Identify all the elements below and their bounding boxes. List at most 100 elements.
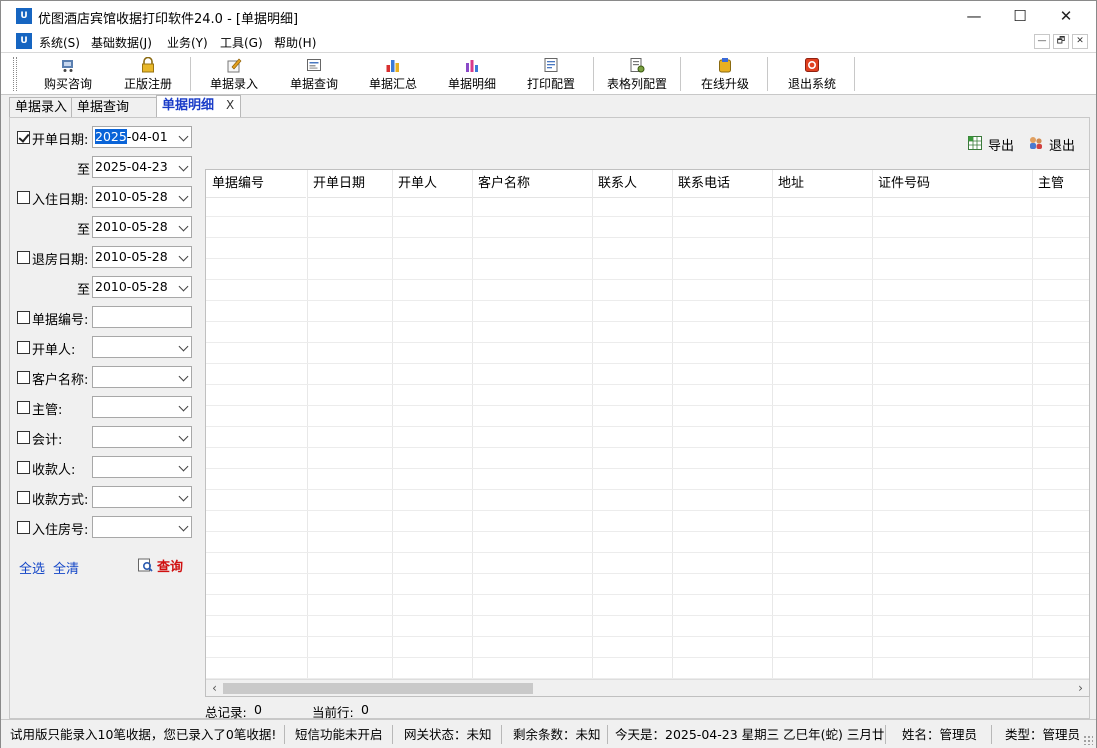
resize-grip[interactable] [1083, 735, 1093, 745]
grid-row-line [206, 426, 1089, 427]
column-header[interactable]: 主管 [1032, 170, 1089, 198]
column-header[interactable]: 联系人 [592, 170, 672, 198]
toolbar-grip[interactable] [13, 57, 17, 91]
toolbar-label: 单据录入 [209, 77, 258, 91]
grid-row-line [206, 258, 1089, 259]
checkout-date-from-value: 2010-05-28 [95, 249, 168, 264]
checkin-date-to-label: 至 [77, 223, 91, 238]
query-button[interactable]: 查询 [137, 556, 187, 576]
payee-select[interactable] [92, 456, 192, 478]
grid-column-line [672, 170, 673, 680]
edit-doc-icon [226, 57, 242, 73]
column-header[interactable]: 联系电话 [672, 170, 772, 198]
buy-consult-button[interactable]: 购买咨询 [37, 55, 99, 93]
select-all-link[interactable]: 全选 [19, 558, 45, 577]
mdi-close-button[interactable]: ✕ [1072, 34, 1088, 49]
supervisor-checkbox[interactable] [17, 401, 30, 414]
checkout-date-to-value: 2010-05-28 [95, 279, 168, 294]
close-button[interactable]: ✕ [1043, 1, 1089, 31]
scroll-left-icon[interactable]: ‹ [206, 680, 223, 696]
chevron-down-icon [178, 131, 189, 142]
checkin-date-from-picker[interactable]: 2010-05-28 [92, 186, 192, 208]
column-header[interactable]: 单据编号 [206, 170, 306, 198]
clear-all-link[interactable]: 全清 [53, 558, 79, 577]
menu-help[interactable]: 帮助(H) [274, 34, 316, 51]
checkin-date-to-picker[interactable]: 2010-05-28 [92, 216, 192, 238]
checkout-date-checkbox[interactable] [17, 251, 30, 264]
checkout-date-to-picker[interactable]: 2010-05-28 [92, 276, 192, 298]
register-button[interactable]: 正版注册 [117, 55, 179, 93]
receipt-query-button[interactable]: 单据查询 [283, 55, 345, 93]
detail-grid[interactable]: 单据编号 开单日期 开单人 客户名称 联系人 联系电话 地址 证件号码 主管 ‹… [205, 169, 1090, 697]
tab-close-button[interactable]: X [226, 98, 234, 112]
menu-business[interactable]: 业务(Y) [167, 34, 208, 51]
column-config-button[interactable]: 表格列配置 [601, 55, 673, 93]
mdi-restore-button[interactable]: 🗗 [1053, 34, 1069, 49]
toolbar-label: 正版注册 [123, 77, 172, 91]
accountant-checkbox[interactable] [17, 431, 30, 444]
menu-system[interactable]: 系统(S) [39, 34, 80, 51]
mdi-minimize-button[interactable]: — [1034, 34, 1050, 49]
checkin-date-checkbox[interactable] [17, 191, 30, 204]
chevron-down-icon [178, 431, 189, 442]
status-separator [392, 725, 393, 744]
customer-select[interactable] [92, 366, 192, 388]
supervisor-select[interactable] [92, 396, 192, 418]
open-date-label: 开单日期: [32, 133, 89, 148]
column-header[interactable]: 证件号码 [872, 170, 1032, 198]
open-date-to-picker[interactable]: 2025-04-23 [92, 156, 192, 178]
receipt-detail-button[interactable]: 单据明细 [441, 55, 503, 93]
room-no-select[interactable] [92, 516, 192, 538]
grid-column-line [592, 170, 593, 680]
pay-method-checkbox[interactable] [17, 491, 30, 504]
pay-method-select[interactable] [92, 486, 192, 508]
open-date-from-picker[interactable]: 2025-04-01 [92, 126, 192, 148]
status-separator [501, 725, 502, 744]
tab-receipt-entry[interactable]: 单据录入 [9, 97, 72, 117]
exit-button[interactable]: 退出 [1028, 134, 1078, 154]
menu-tools[interactable]: 工具(G) [220, 34, 263, 51]
user-name: 姓名：管理员 [902, 727, 978, 742]
column-header[interactable]: 开单人 [392, 170, 472, 198]
scrollbar-thumb[interactable] [223, 683, 533, 694]
query-icon [137, 557, 153, 576]
open-date-checkbox[interactable] [17, 131, 30, 144]
toolbar-separator [190, 57, 191, 91]
grid-row-line [206, 468, 1089, 469]
issuer-select[interactable] [92, 336, 192, 358]
column-header[interactable]: 客户名称 [472, 170, 592, 198]
receipt-summary-button[interactable]: 单据汇总 [362, 55, 424, 93]
receipt-no-input[interactable] [92, 306, 192, 328]
receipt-no-checkbox[interactable] [17, 311, 30, 324]
issuer-label: 开单人: [32, 343, 76, 358]
column-header[interactable]: 开单日期 [307, 170, 392, 198]
grid-column-line [872, 170, 873, 680]
accountant-select[interactable] [92, 426, 192, 448]
open-date-from-rest: -04-01 [126, 129, 168, 144]
menu-basic-data[interactable]: 基础数据(J) [91, 34, 152, 51]
total-records-value: 0 [254, 702, 262, 717]
receipt-entry-button[interactable]: 单据录入 [203, 55, 265, 93]
column-header[interactable]: 地址 [772, 170, 872, 198]
payee-checkbox[interactable] [17, 461, 30, 474]
issuer-checkbox[interactable] [17, 341, 30, 354]
maximize-button[interactable]: ☐ [997, 1, 1043, 31]
people-exit-icon [1028, 135, 1044, 154]
detail-chart-icon [464, 57, 480, 73]
print-config-button[interactable]: 打印配置 [520, 55, 582, 93]
document-tabstrip: 单据录入 单据查询 单据明细 X [9, 95, 1090, 117]
chevron-down-icon [178, 521, 189, 532]
room-no-checkbox[interactable] [17, 521, 30, 534]
status-bar: 试用版只能录入10笔收据，您已录入了0笔收据! 短信功能未开启 网关状态：未知 … [1, 719, 1096, 748]
customer-checkbox[interactable] [17, 371, 30, 384]
horizontal-scrollbar[interactable]: ‹ › [206, 679, 1089, 696]
checkout-date-from-picker[interactable]: 2010-05-28 [92, 246, 192, 268]
mdi-app-icon[interactable]: U [16, 33, 32, 49]
online-upgrade-button[interactable]: 在线升级 [694, 55, 756, 93]
bar-chart-icon [385, 57, 401, 73]
export-button[interactable]: 导出 [967, 134, 1015, 154]
minimize-button[interactable]: — [951, 1, 997, 31]
scroll-right-icon[interactable]: › [1072, 680, 1089, 696]
tab-receipt-query[interactable]: 单据查询 [71, 97, 157, 117]
exit-system-button[interactable]: 退出系统 [781, 55, 843, 93]
